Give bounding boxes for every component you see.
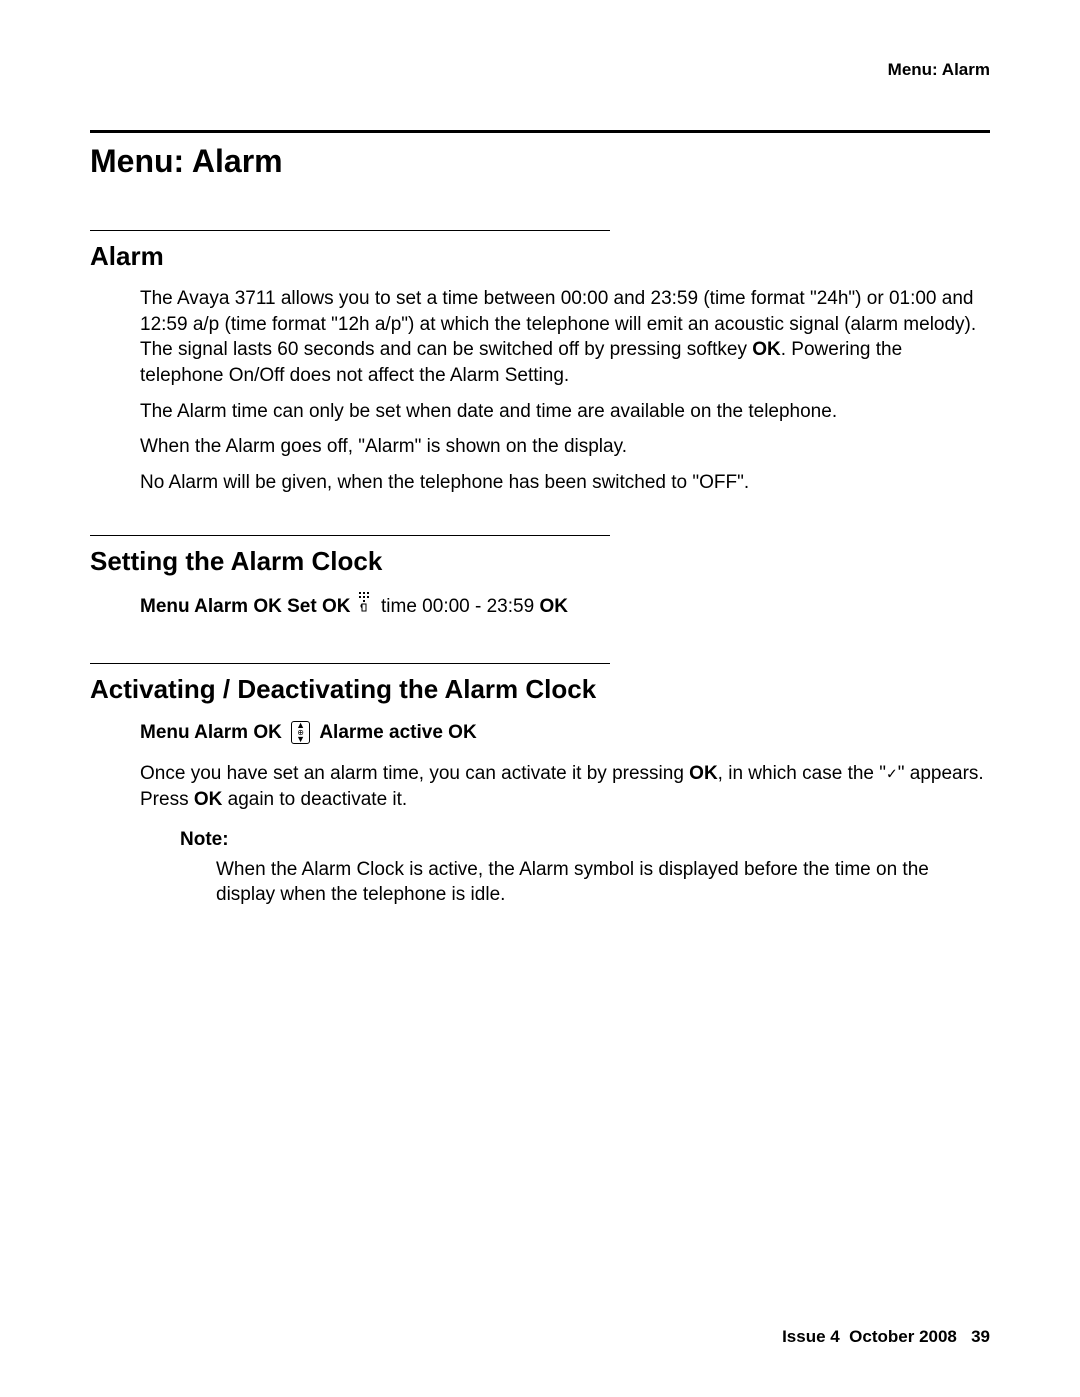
footer-page: 39 xyxy=(971,1327,990,1346)
note-label: Note: xyxy=(180,829,990,851)
nav-setting-post: OK xyxy=(539,596,568,617)
body-activating: Once you have set an alarm time, you can… xyxy=(140,761,990,812)
page-title: Menu: Alarm xyxy=(90,143,990,180)
section-rule-alarm xyxy=(90,230,610,231)
checkmark-icon: ✓ xyxy=(886,766,898,782)
footer-issue: Issue 4 xyxy=(782,1327,840,1346)
arrow-key-icon: ▲ ⊕ ▼ xyxy=(291,721,310,744)
alarm-p4: No Alarm will be given, when the telepho… xyxy=(140,470,990,496)
footer-date: October 2008 xyxy=(849,1327,957,1346)
act-p1-f: again to deactivate it. xyxy=(222,789,407,810)
act-p1-a: Once you have set an alarm time, you can… xyxy=(140,763,689,784)
note-text: When the Alarm Clock is active, the Alar… xyxy=(216,857,990,908)
nav-activating: Menu Alarm OK ▲ ⊕ ▼ Alarme active OK xyxy=(140,719,990,748)
note-block: Note: When the Alarm Clock is active, th… xyxy=(180,829,990,908)
alarm-p2: The Alarm time can only be set when date… xyxy=(140,399,990,425)
nav-setting-pre: Menu Alarm OK Set OK xyxy=(140,596,350,617)
body-alarm: The Avaya 3711 allows you to set a time … xyxy=(140,286,990,495)
document-page: Menu: Alarm Menu: Alarm Alarm The Avaya … xyxy=(0,0,1080,1397)
act-p1-c: , in which case the " xyxy=(718,763,886,784)
heading-alarm: Alarm xyxy=(90,241,990,272)
act-p1-ok1: OK xyxy=(689,763,718,784)
alarm-p1-ok: OK xyxy=(752,339,781,360)
heading-activating: Activating / Deactivating the Alarm Cloc… xyxy=(90,674,990,705)
keypad-icon xyxy=(358,591,374,623)
running-header: Menu: Alarm xyxy=(90,60,990,80)
nav-activating-post: Alarme active OK xyxy=(319,722,476,743)
alarm-p3: When the Alarm goes off, "Alarm" is show… xyxy=(140,434,990,460)
nav-setting: Menu Alarm OK Set OK time 00:00 - 23:59 … xyxy=(140,591,990,623)
main-rule xyxy=(90,130,990,133)
alarm-p1: The Avaya 3711 allows you to set a time … xyxy=(140,286,990,389)
activating-p1: Once you have set an alarm time, you can… xyxy=(140,761,990,812)
nav-setting-mid: time 00:00 - 23:59 xyxy=(376,596,540,617)
heading-setting: Setting the Alarm Clock xyxy=(90,546,990,577)
nav-activating-pre: Menu Alarm OK xyxy=(140,722,282,743)
section-rule-activating xyxy=(90,663,610,664)
section-rule-setting xyxy=(90,535,610,536)
page-footer: Issue 4 October 2008 39 xyxy=(782,1327,990,1347)
act-p1-ok2: OK xyxy=(194,789,223,810)
